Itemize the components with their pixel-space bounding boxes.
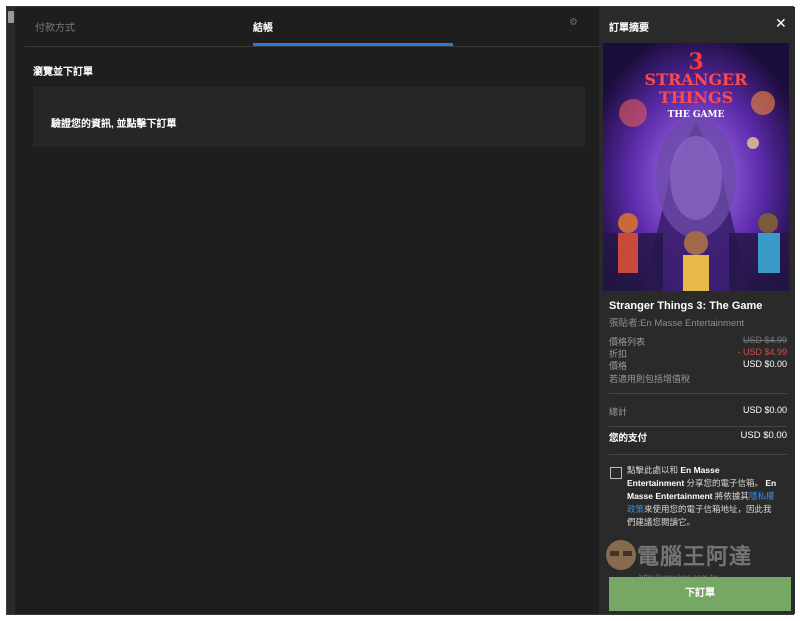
list-price-value: USD $4.99 [742, 335, 787, 345]
price-value: USD $0.00 [742, 359, 787, 369]
consent-text-part4: 來使用您的電子信箱地址，因此我們建議您閱讀它。 [627, 504, 772, 527]
verify-text: 驗證您的資訊, 並點擊下訂單 [51, 119, 177, 130]
total-value: USD $0.00 [742, 405, 787, 415]
vat-note: 若適用則包括增值稅 [609, 374, 691, 384]
consent-text-part2: 分享您的電子信箱。 [684, 478, 766, 488]
divider [609, 454, 787, 455]
checkout-main-panel: 付款方式 結帳 ⚙ 瀏覽並下訂單 驗證您的資訊, 並點擊下訂單 [15, 7, 599, 614]
order-summary-title: 訂單摘要 [609, 23, 649, 34]
list-price-row: 價格列表 USD $4.99 [609, 335, 787, 347]
cover-title-line1: STRANGER [645, 70, 749, 89]
discount-row: 折扣 - USD $4.99 [609, 347, 787, 359]
consent-text-part3: 將依據其 [712, 491, 749, 501]
your-payment-value: USD $0.00 [740, 430, 787, 441]
total-row: 總計 USD $0.00 [609, 405, 787, 418]
order-summary-sidebar: 訂單摘要 ✕ 3 STRANGER THINGS THE GAME Strang… [599, 7, 795, 614]
your-payment-label: 您的支付 [609, 433, 648, 444]
divider [609, 426, 787, 427]
discount-value: - USD $4.99 [737, 347, 787, 357]
close-icon[interactable]: ✕ [775, 15, 787, 32]
settings-icon[interactable]: ⚙ [569, 17, 578, 28]
email-consent-text: 點擊此處以和 En Masse Entertainment 分享您的電子信箱。 … [627, 464, 777, 529]
tab-payment-method[interactable]: 付款方式 [35, 19, 75, 34]
epic-checkout-window: 付款方式 結帳 ⚙ 瀏覽並下訂單 驗證您的資訊, 並點擊下訂單 訂單摘要 ✕ 3… [6, 6, 795, 615]
game-title: Stranger Things 3: The Game [609, 300, 763, 312]
publisher-text: 張貼者:En Masse Entertainment [609, 318, 745, 329]
active-tab-indicator [253, 43, 453, 46]
divider [609, 393, 787, 394]
price-row: 價格 USD $0.00 [609, 359, 787, 371]
tab-checkout[interactable]: 結帳 [253, 19, 273, 34]
place-order-button[interactable]: 下訂單 [609, 577, 791, 611]
checkout-tabs: 付款方式 結帳 ⚙ [25, 7, 599, 47]
rail-handle-icon[interactable] [8, 11, 14, 23]
cover-subtitle: THE GAME [668, 110, 725, 120]
your-payment-row: 您的支付 USD $0.00 [609, 430, 787, 444]
verify-info-box: 驗證您的資訊, 並點擊下訂單 [33, 87, 585, 147]
watermark-text: 電腦王阿達 [637, 544, 753, 569]
email-consent-checkbox[interactable] [610, 467, 622, 479]
total-label: 總計 [609, 407, 628, 417]
game-cover-image: 3 STRANGER THINGS THE GAME [603, 43, 789, 291]
price-label: 價格 [609, 361, 628, 371]
section-title: 瀏覽並下訂單 [33, 67, 93, 78]
cover-title-line2: THINGS [659, 88, 733, 107]
consent-text-part1: 點擊此處以和 [627, 465, 681, 475]
left-rail [7, 7, 15, 614]
watermark-face-icon [606, 540, 636, 570]
